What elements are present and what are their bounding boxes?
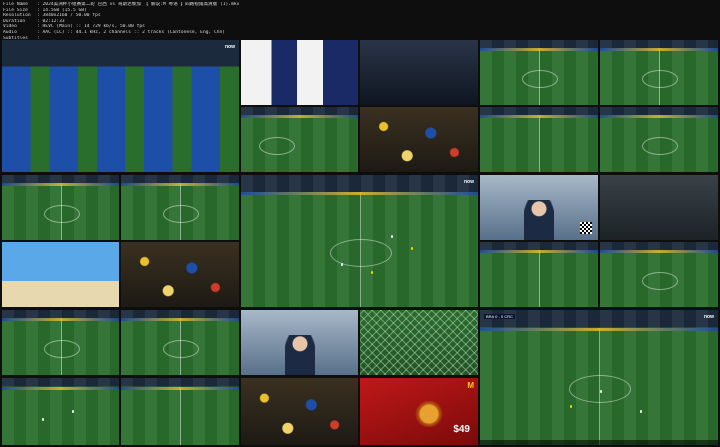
thumbnail-fans[interactable] (121, 242, 239, 307)
broadcaster-logo: now (464, 179, 474, 185)
thumbnail-pitch[interactable] (2, 175, 119, 240)
thumbnail-promo[interactable] (600, 175, 718, 240)
fast-food-logo-icon: M (467, 381, 474, 390)
thumbnail-goalmouth[interactable] (360, 107, 478, 172)
food-image (409, 401, 448, 428)
thumbnail-pitch[interactable] (480, 242, 598, 307)
thumbnail-pitch[interactable] (2, 310, 119, 375)
thumbnail-lineup[interactable]: now (2, 40, 239, 172)
thumbnail-pitch[interactable] (480, 40, 598, 105)
ad-price: $49 (453, 424, 470, 435)
thumbnail-pitch[interactable] (600, 107, 718, 172)
thumbnail-pitch[interactable] (121, 310, 239, 375)
thumbnail-goal-net[interactable] (360, 310, 478, 375)
thumbnail-advert[interactable]: M $49 (360, 378, 478, 445)
thumbnail-wide-pitch[interactable]: BRA 0 - 0 CRC now (480, 310, 718, 445)
thumbnail-pitch[interactable] (121, 175, 239, 240)
thumbnail-main-play[interactable]: now (241, 175, 478, 307)
thumbnail-pitch[interactable] (121, 378, 239, 445)
thumbnail-pitch[interactable] (600, 242, 718, 307)
thumbnail-pitch[interactable] (480, 107, 598, 172)
broadcaster-logo: now (704, 314, 714, 320)
thumbnail-players-kits[interactable] (241, 40, 358, 105)
thumbnail-studio-host[interactable] (480, 175, 598, 240)
scorebug: BRA 0 - 0 CRC (484, 314, 515, 319)
broadcaster-logo: now (225, 44, 235, 50)
thumbnail-pitch[interactable] (600, 40, 718, 105)
thumbnail-studio-guest[interactable] (241, 310, 358, 375)
thumbnail-pitch[interactable] (241, 107, 358, 172)
thumbnail-grid: now now BRA 0 - 0 CRC now M $49 (0, 0, 720, 447)
thumbnail-fans-flags[interactable] (241, 378, 358, 445)
thumbnail-tunnel[interactable] (360, 40, 478, 105)
thumbnail-pitch[interactable] (2, 378, 119, 445)
thumbnail-stadium-sky[interactable] (2, 242, 119, 307)
qr-code-icon (580, 222, 592, 234)
